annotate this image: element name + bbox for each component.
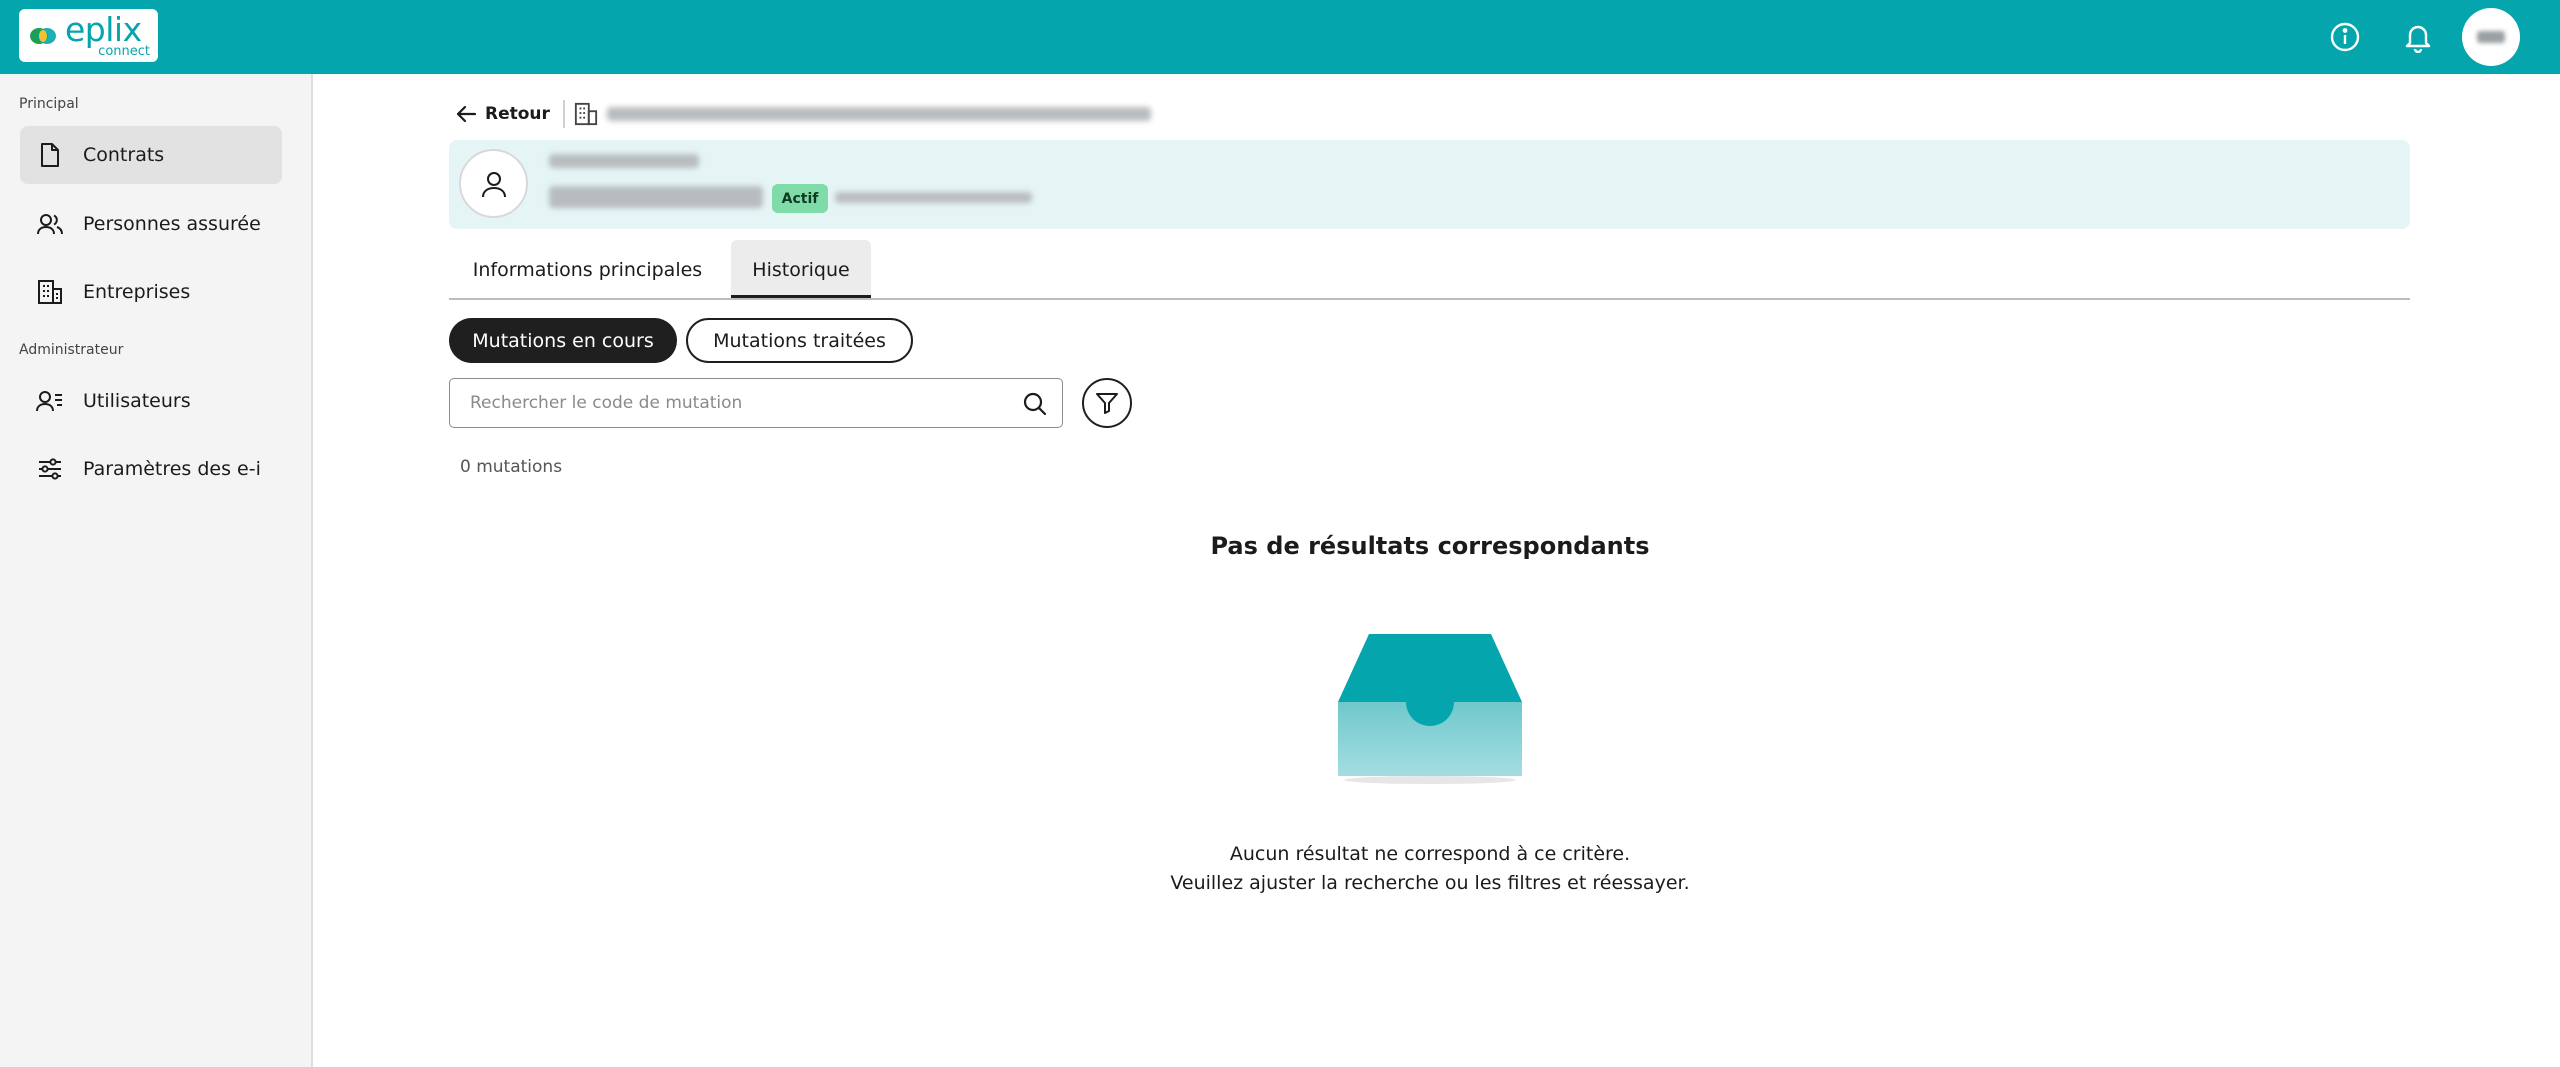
- sidebar: Principal Contrats Personnes assurée Ent…: [0, 74, 313, 1067]
- eplix-logo[interactable]: eplix connect: [19, 9, 158, 62]
- bell-icon: [2405, 25, 2431, 53]
- sidebar-section-administrateur: Administrateur: [19, 342, 124, 358]
- tab-historique[interactable]: Historique: [731, 240, 871, 300]
- sliders-icon: [36, 455, 64, 483]
- search-icon[interactable]: [1022, 391, 1048, 417]
- logo-mark-icon: [30, 28, 56, 44]
- status-badge: Actif: [772, 184, 828, 213]
- funnel-icon: [1096, 393, 1118, 414]
- top-bar: eplix connect: [0, 0, 2560, 74]
- person-id-redacted: [835, 192, 1032, 203]
- filter-mutations-traitees[interactable]: Mutations traitées: [686, 318, 913, 363]
- back-button[interactable]: Retour: [455, 98, 550, 130]
- empty-state-message-1: Aucun résultat ne correspond à ce critèr…: [1229, 843, 1631, 865]
- sidebar-item-parametres[interactable]: Paramètres des e-i: [20, 440, 282, 498]
- tabs-divider: [449, 298, 2410, 300]
- tab-informations-principales[interactable]: Informations principales: [449, 240, 726, 300]
- user-card-icon: [36, 387, 64, 415]
- user-avatar[interactable]: [2462, 8, 2520, 66]
- arrow-left-icon: [456, 105, 477, 123]
- building-icon: [574, 102, 598, 126]
- mutation-count: 0 mutations: [460, 457, 563, 477]
- empty-inbox-icon: [1338, 634, 1522, 784]
- person-name-redacted: [549, 186, 763, 208]
- filter-button[interactable]: [1082, 378, 1132, 428]
- person-card: Actif: [449, 140, 2410, 229]
- person-avatar: [459, 149, 528, 218]
- sidebar-item-label: Contrats: [83, 144, 165, 166]
- sidebar-item-personnes[interactable]: Personnes assurée: [20, 195, 282, 253]
- breadcrumb-separator: [563, 100, 565, 128]
- sidebar-item-label: Entreprises: [83, 281, 191, 303]
- breadcrumb-path-redacted[interactable]: [607, 107, 1151, 121]
- document-icon: [36, 141, 64, 169]
- search-box: [449, 378, 1063, 428]
- info-icon: [2330, 22, 2360, 52]
- sidebar-item-entreprises[interactable]: Entreprises: [20, 263, 282, 321]
- sidebar-item-label: Paramètres des e-i: [83, 458, 261, 480]
- person-label-redacted: [549, 154, 699, 168]
- building-icon: [36, 278, 64, 306]
- filter-mutations-en-cours[interactable]: Mutations en cours: [449, 318, 677, 363]
- info-button[interactable]: [2327, 19, 2363, 55]
- back-label: Retour: [485, 104, 550, 124]
- notifications-button[interactable]: [2400, 19, 2436, 55]
- user-icon: [481, 171, 506, 197]
- sidebar-item-label: Utilisateurs: [83, 390, 191, 412]
- empty-state-message-2: Veuillez ajuster la recherche ou les fil…: [1170, 872, 1690, 894]
- empty-state-title: Pas de résultats correspondants: [1210, 532, 1650, 560]
- sidebar-item-contrats[interactable]: Contrats: [20, 126, 282, 184]
- sidebar-section-principal: Principal: [19, 96, 79, 112]
- sidebar-item-utilisateurs[interactable]: Utilisateurs: [20, 372, 282, 430]
- avatar-initials-redacted: [2477, 31, 2505, 43]
- sidebar-item-label: Personnes assurée: [83, 213, 261, 235]
- logo-subtitle: connect: [98, 44, 150, 59]
- people-icon: [36, 210, 64, 238]
- search-input[interactable]: [470, 379, 1010, 427]
